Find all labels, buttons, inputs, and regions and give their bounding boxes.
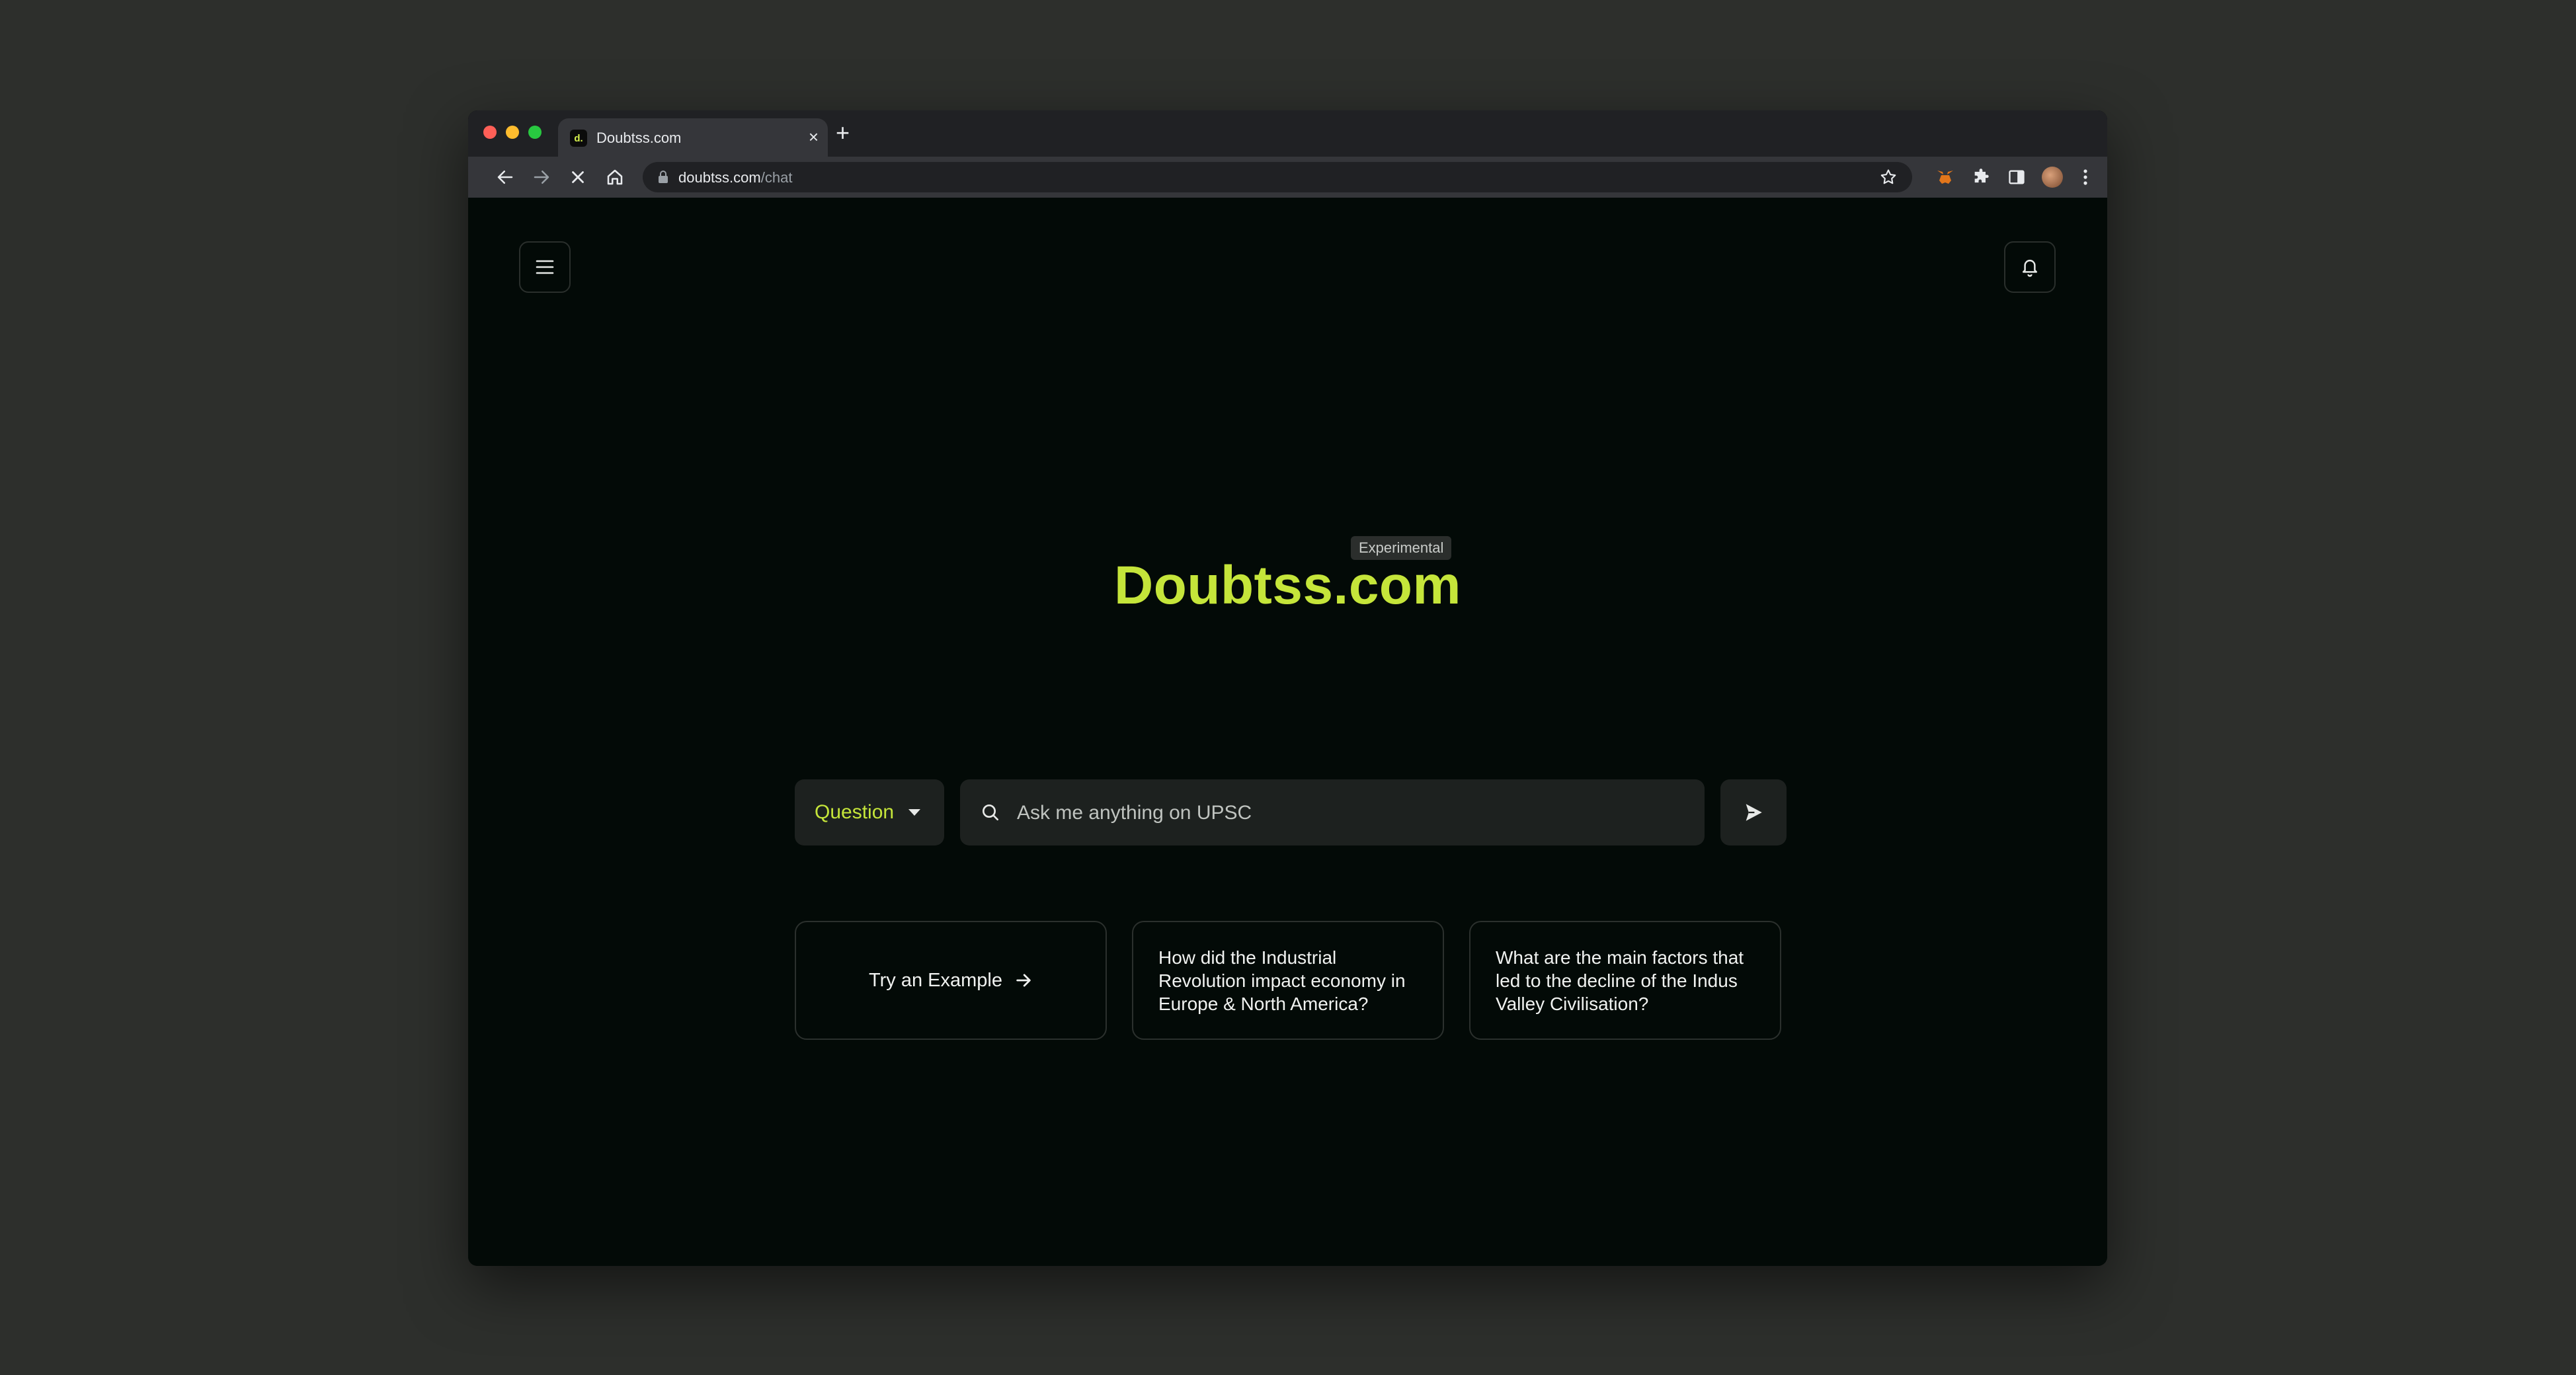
lock-icon [659, 171, 668, 183]
brand-title: Doubtss.com [1114, 555, 1461, 615]
profile-avatar[interactable] [2040, 165, 2064, 189]
bell-icon [2022, 259, 2038, 277]
tab-close-icon[interactable]: × [809, 127, 819, 147]
send-button[interactable] [1720, 779, 1787, 845]
new-tab-button[interactable]: + [836, 120, 850, 146]
send-arrow-icon [1746, 804, 1762, 821]
example-question-text: What are the main factors that led to th… [1496, 947, 1744, 1014]
search-input[interactable] [1016, 798, 1679, 828]
kebab-menu-icon[interactable] [2073, 165, 2097, 189]
browser-window: d. Doubtss.com × + doubtss.com/chat Expe… [468, 110, 2107, 1266]
example-question-card[interactable]: What are the main factors that led to th… [1469, 921, 1781, 1040]
back-arrow-icon[interactable] [491, 163, 519, 191]
mode-dropdown[interactable]: Question [795, 779, 944, 845]
hamburger-menu-icon [536, 260, 554, 274]
browser-toolbar: doubtss.com/chat [468, 157, 2107, 198]
favicon-icon: d. [570, 130, 587, 147]
extensions-puzzle-icon[interactable] [1969, 165, 1993, 189]
search-box[interactable] [960, 779, 1705, 845]
browser-tab[interactable]: d. Doubtss.com × [558, 118, 828, 157]
search-icon [983, 805, 998, 820]
forward-arrow-icon[interactable] [528, 163, 555, 191]
mode-dropdown-value: Question [815, 801, 895, 823]
address-bar[interactable]: doubtss.com/chat [643, 162, 1912, 192]
stop-loading-icon[interactable] [564, 163, 592, 191]
arrow-right-icon [1016, 974, 1031, 987]
home-icon[interactable] [601, 163, 629, 191]
caret-down-icon [908, 809, 921, 816]
example-question-text: How did the Industrial Revolution impact… [1158, 947, 1406, 1014]
tab-strip: d. Doubtss.com × + [468, 110, 2107, 157]
notifications-button[interactable] [2004, 241, 2056, 293]
menu-button[interactable] [519, 241, 571, 293]
bookmark-star-icon[interactable] [1879, 168, 1898, 186]
url-domain: doubtss.com [678, 169, 761, 186]
url-path: /chat [760, 169, 793, 186]
close-window-button[interactable] [483, 126, 497, 139]
try-example-label: Try an Example [869, 969, 1002, 991]
side-panel-icon[interactable] [2005, 165, 2029, 189]
minimize-window-button[interactable] [506, 126, 519, 139]
maximize-window-button[interactable] [528, 126, 542, 139]
tab-title: Doubtss.com [596, 130, 682, 146]
try-example-button[interactable]: Try an Example [795, 921, 1107, 1040]
url-text: doubtss.com/chat [678, 169, 792, 186]
page-content: Experimental Doubtss.com Question Try an… [468, 198, 2107, 1266]
example-question-card[interactable]: How did the Industrial Revolution impact… [1132, 921, 1444, 1040]
metamask-extension-icon[interactable] [1933, 165, 1957, 189]
